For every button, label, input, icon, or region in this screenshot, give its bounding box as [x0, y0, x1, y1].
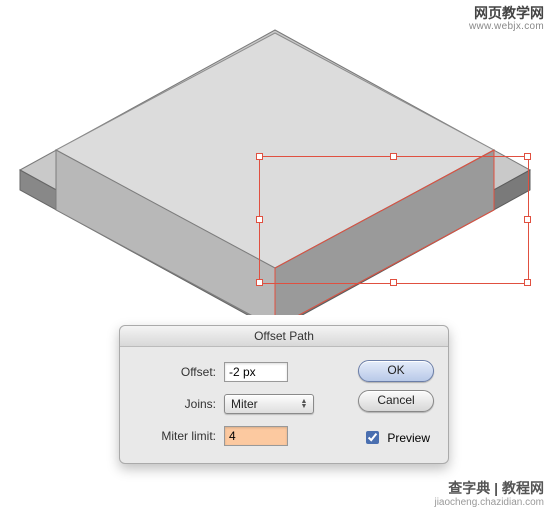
offset-label: Offset: [134, 365, 216, 379]
preview-label: Preview [387, 431, 430, 445]
sel-handle[interactable] [390, 279, 397, 286]
watermark-bottom-cn: 查字典 | 教程网 [434, 480, 544, 496]
joins-value: Miter [231, 397, 258, 411]
joins-select[interactable]: Miter ▲▼ [224, 394, 314, 414]
dialog-buttons: OK Cancel [358, 360, 434, 412]
artboard[interactable] [10, 10, 540, 315]
dialog-body: Offset: Joins: Miter ▲▼ Miter limit: OK … [120, 347, 448, 463]
offset-path-dialog: Offset Path Offset: Joins: Miter ▲▼ Mite… [119, 325, 449, 464]
preview-row[interactable]: Preview [362, 428, 430, 447]
sel-handle[interactable] [524, 279, 531, 286]
selection-bbox[interactable] [259, 156, 529, 284]
preview-checkbox[interactable] [366, 431, 379, 444]
cancel-button-label: Cancel [377, 393, 414, 407]
watermark-bottom-en: jiaocheng.chazidian.com [434, 497, 544, 509]
dialog-titlebar[interactable]: Offset Path [120, 326, 448, 347]
sel-handle[interactable] [524, 216, 531, 223]
miter-limit-input[interactable] [224, 426, 288, 446]
miter-limit-label: Miter limit: [134, 429, 216, 443]
ok-button[interactable]: OK [358, 360, 434, 382]
watermark-bottom: 查字典 | 教程网 jiaocheng.chazidian.com [434, 480, 544, 508]
sel-handle[interactable] [256, 279, 263, 286]
sel-handle[interactable] [256, 153, 263, 160]
joins-label: Joins: [134, 397, 216, 411]
dialog-title: Offset Path [254, 329, 314, 343]
up-down-arrows-icon: ▲▼ [297, 399, 311, 409]
ok-button-label: OK [387, 363, 404, 377]
sel-handle[interactable] [256, 216, 263, 223]
sel-handle[interactable] [390, 153, 397, 160]
cancel-button[interactable]: Cancel [358, 390, 434, 412]
offset-input[interactable] [224, 362, 288, 382]
sel-handle[interactable] [524, 153, 531, 160]
